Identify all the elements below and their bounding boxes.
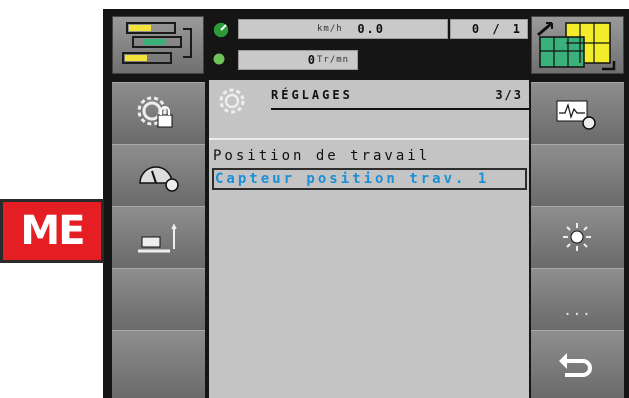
more-button[interactable]: ... bbox=[531, 268, 624, 330]
menu-item-position-sensor[interactable]: Capteur position trav. 1 bbox=[212, 168, 527, 190]
signal-settings-button[interactable] bbox=[531, 82, 624, 144]
gear-icon bbox=[219, 88, 245, 114]
rotation-value: 0 bbox=[307, 53, 317, 67]
more-icon: ... bbox=[563, 303, 592, 319]
panel-header: RÉGLAGES 3/3 bbox=[209, 80, 529, 140]
header-divider bbox=[209, 138, 529, 140]
section-view-button[interactable] bbox=[531, 16, 624, 74]
left-button-4[interactable] bbox=[112, 268, 205, 330]
gauge-settings-button[interactable] bbox=[112, 144, 205, 206]
signal-gear-icon bbox=[556, 100, 596, 130]
sections-grid-icon bbox=[537, 21, 616, 71]
gear-lock-icon bbox=[137, 96, 173, 128]
left-button-5[interactable] bbox=[112, 330, 205, 398]
back-arrow-icon bbox=[559, 353, 592, 377]
back-button[interactable] bbox=[531, 330, 624, 398]
speed-icon bbox=[209, 19, 233, 39]
work-position-button[interactable] bbox=[112, 206, 205, 268]
speed-unit: km/h bbox=[317, 24, 343, 34]
brightness-button[interactable] bbox=[531, 206, 624, 268]
rotation-readout: 0 Tr/mn bbox=[238, 50, 358, 70]
rotation-unit: Tr/mn bbox=[317, 55, 350, 65]
menu-item-work-position[interactable]: Position de travail bbox=[213, 148, 430, 164]
sprayer-machine-icon bbox=[122, 22, 192, 64]
speed-readout: 0.0 km/h bbox=[238, 19, 448, 39]
counter-value: 0 / 1 bbox=[471, 22, 523, 36]
page-indicator: 3/3 bbox=[495, 88, 523, 102]
brightness-icon bbox=[563, 223, 591, 251]
machine-view-button[interactable] bbox=[112, 16, 204, 74]
settings-lock-button[interactable] bbox=[112, 82, 205, 144]
panel-title: RÉGLAGES bbox=[271, 88, 353, 102]
rotation-icon bbox=[209, 48, 237, 72]
logo-text: ME bbox=[20, 208, 85, 254]
title-underline bbox=[271, 108, 529, 110]
brand-logo: ME bbox=[0, 199, 104, 263]
machine-position-icon bbox=[138, 223, 177, 253]
speed-value: 0.0 bbox=[357, 22, 385, 36]
settings-panel: RÉGLAGES 3/3 Position de travail Capteur… bbox=[209, 80, 529, 398]
right-button-2[interactable] bbox=[531, 144, 624, 206]
counter-readout: 0 / 1 bbox=[450, 19, 528, 39]
gauge-gear-icon bbox=[139, 166, 179, 192]
